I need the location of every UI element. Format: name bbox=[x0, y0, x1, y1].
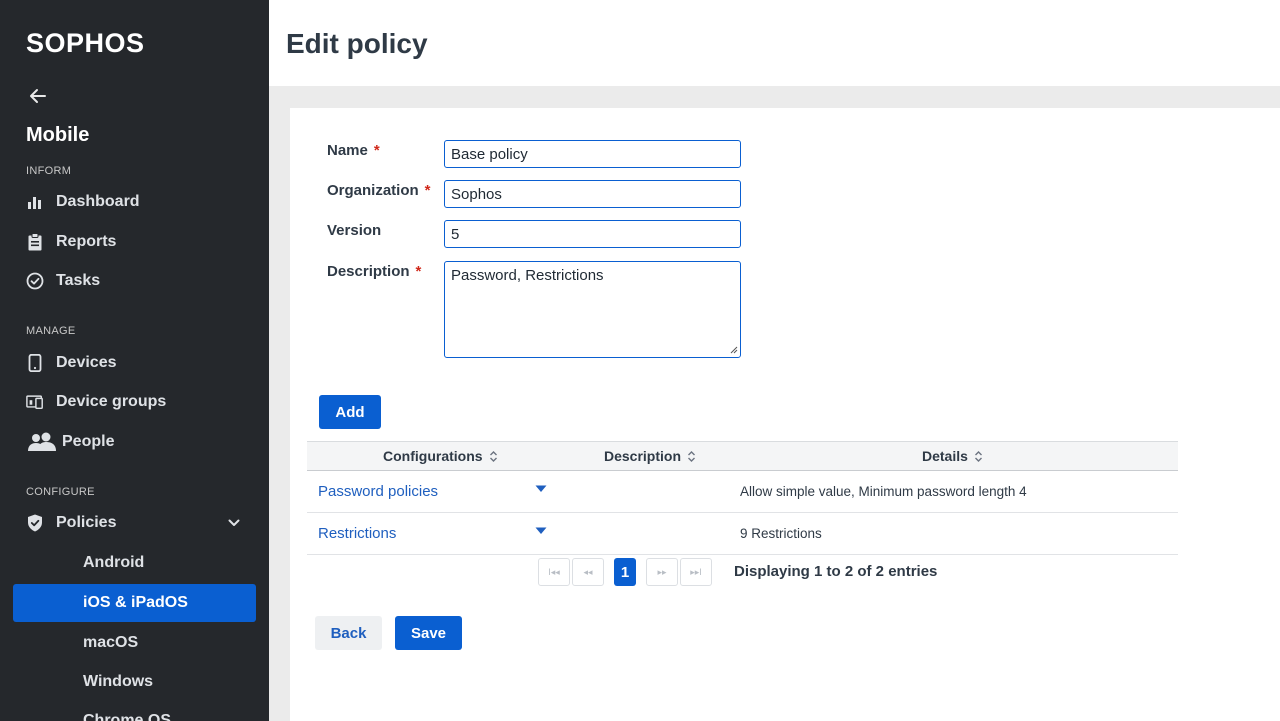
row-details: Allow simple value, Minimum password len… bbox=[740, 484, 1027, 499]
sidebar-subitem-chromeos[interactable]: Chrome OS bbox=[83, 712, 171, 721]
version-input[interactable] bbox=[444, 220, 741, 248]
sidebar-item-label: Tasks bbox=[56, 272, 101, 289]
last-page-button[interactable]: ▸▸I bbox=[680, 558, 712, 586]
save-button[interactable]: Save bbox=[395, 616, 462, 650]
organization-input[interactable] bbox=[444, 180, 741, 208]
required-marker: * bbox=[415, 263, 422, 280]
sidebar-item-label: Policies bbox=[56, 514, 117, 531]
name-label-text: Name bbox=[327, 142, 368, 159]
sidebar: SOPHOS Mobile INFORM Dashboard Reports T… bbox=[0, 0, 269, 721]
sidebar-item-label: People bbox=[62, 433, 115, 450]
row-details: 9 Restrictions bbox=[740, 526, 822, 541]
sidebar-subitem-android[interactable]: Android bbox=[83, 554, 144, 572]
column-header-configurations[interactable]: Configurations bbox=[383, 448, 498, 464]
resize-grip-icon[interactable] bbox=[728, 344, 738, 354]
back-button[interactable]: Back bbox=[315, 616, 382, 650]
edit-policy-panel: Name * Organization * Version Description *… bbox=[290, 108, 1280, 721]
table-row: Password policies Allow simple value, Mi… bbox=[307, 471, 1178, 513]
chevron-down-icon[interactable] bbox=[227, 516, 241, 530]
column-header-description[interactable]: Description bbox=[604, 448, 696, 464]
bar-chart-icon bbox=[26, 193, 44, 211]
prev-page-button[interactable]: ◂◂ bbox=[572, 558, 604, 586]
table-header: Configurations Description Details bbox=[307, 441, 1178, 471]
caret-down-icon[interactable] bbox=[535, 485, 547, 493]
configurations-table: Configurations Description Details Passw… bbox=[307, 441, 1178, 555]
version-label: Version bbox=[327, 222, 382, 239]
sidebar-item-device-groups[interactable]: Device groups bbox=[26, 389, 166, 415]
sidebar-subitem-ios[interactable]: iOS & iPadOS bbox=[13, 584, 256, 622]
required-marker: * bbox=[424, 182, 431, 199]
section-label-inform: INFORM bbox=[26, 165, 72, 177]
sidebar-item-dashboard[interactable]: Dashboard bbox=[26, 189, 140, 215]
sort-icon bbox=[974, 450, 982, 462]
organization-label-text: Organization bbox=[327, 182, 419, 199]
sidebar-subitem-windows[interactable]: Windows bbox=[83, 673, 153, 691]
description-label-text: Description bbox=[327, 263, 410, 280]
sidebar-subitem-macos[interactable]: macOS bbox=[83, 634, 138, 652]
sort-icon bbox=[688, 450, 696, 462]
next-page-button[interactable]: ▸▸ bbox=[646, 558, 678, 586]
first-page-button[interactable]: I◂◂ bbox=[538, 558, 570, 586]
table-row: Restrictions 9 Restrictions bbox=[307, 513, 1178, 555]
sidebar-item-reports[interactable]: Reports bbox=[26, 229, 116, 255]
page-header: Edit policy bbox=[269, 0, 1280, 86]
page-title: Edit policy bbox=[286, 28, 428, 59]
sidebar-item-label: Reports bbox=[56, 233, 117, 250]
description-textarea[interactable]: Password, Restrictions bbox=[444, 261, 741, 358]
organization-label: Organization * bbox=[327, 182, 431, 199]
required-marker: * bbox=[373, 142, 380, 159]
sidebar-item-policies[interactable]: Policies bbox=[26, 510, 116, 536]
name-input[interactable] bbox=[444, 140, 741, 168]
shield-icon bbox=[26, 514, 44, 532]
name-label: Name * bbox=[327, 142, 380, 159]
caret-down-icon[interactable] bbox=[535, 527, 547, 535]
configuration-link-password-policies[interactable]: Password policies bbox=[318, 483, 438, 500]
sophos-logo[interactable]: SOPHOS bbox=[26, 28, 145, 59]
column-header-label: Description bbox=[604, 448, 682, 464]
check-circle-icon bbox=[26, 272, 44, 290]
sidebar-item-tasks[interactable]: Tasks bbox=[26, 268, 100, 294]
column-header-label: Details bbox=[922, 448, 968, 464]
device-group-icon bbox=[26, 393, 44, 411]
add-button[interactable]: Add bbox=[319, 395, 381, 429]
sort-icon bbox=[489, 450, 497, 462]
pagination-info: Displaying 1 to 2 of 2 entries bbox=[734, 563, 938, 580]
phone-icon bbox=[26, 354, 44, 372]
column-header-label: Configurations bbox=[383, 448, 483, 464]
sidebar-item-label: Device groups bbox=[56, 393, 167, 410]
app-title: Mobile bbox=[26, 124, 90, 146]
clipboard-icon bbox=[26, 233, 44, 251]
sidebar-item-people[interactable]: People bbox=[26, 429, 114, 455]
current-page-button[interactable]: 1 bbox=[614, 558, 636, 586]
column-header-details[interactable]: Details bbox=[922, 448, 983, 464]
configuration-link-restrictions[interactable]: Restrictions bbox=[318, 525, 396, 542]
people-icon bbox=[26, 432, 58, 451]
section-label-manage: MANAGE bbox=[26, 325, 76, 337]
description-label: Description * bbox=[327, 263, 421, 280]
section-label-configure: CONFIGURE bbox=[26, 486, 95, 498]
back-arrow-icon[interactable] bbox=[28, 86, 48, 106]
sidebar-item-label: Dashboard bbox=[56, 193, 140, 210]
sidebar-item-devices[interactable]: Devices bbox=[26, 350, 117, 376]
sidebar-item-label: Devices bbox=[56, 354, 117, 371]
